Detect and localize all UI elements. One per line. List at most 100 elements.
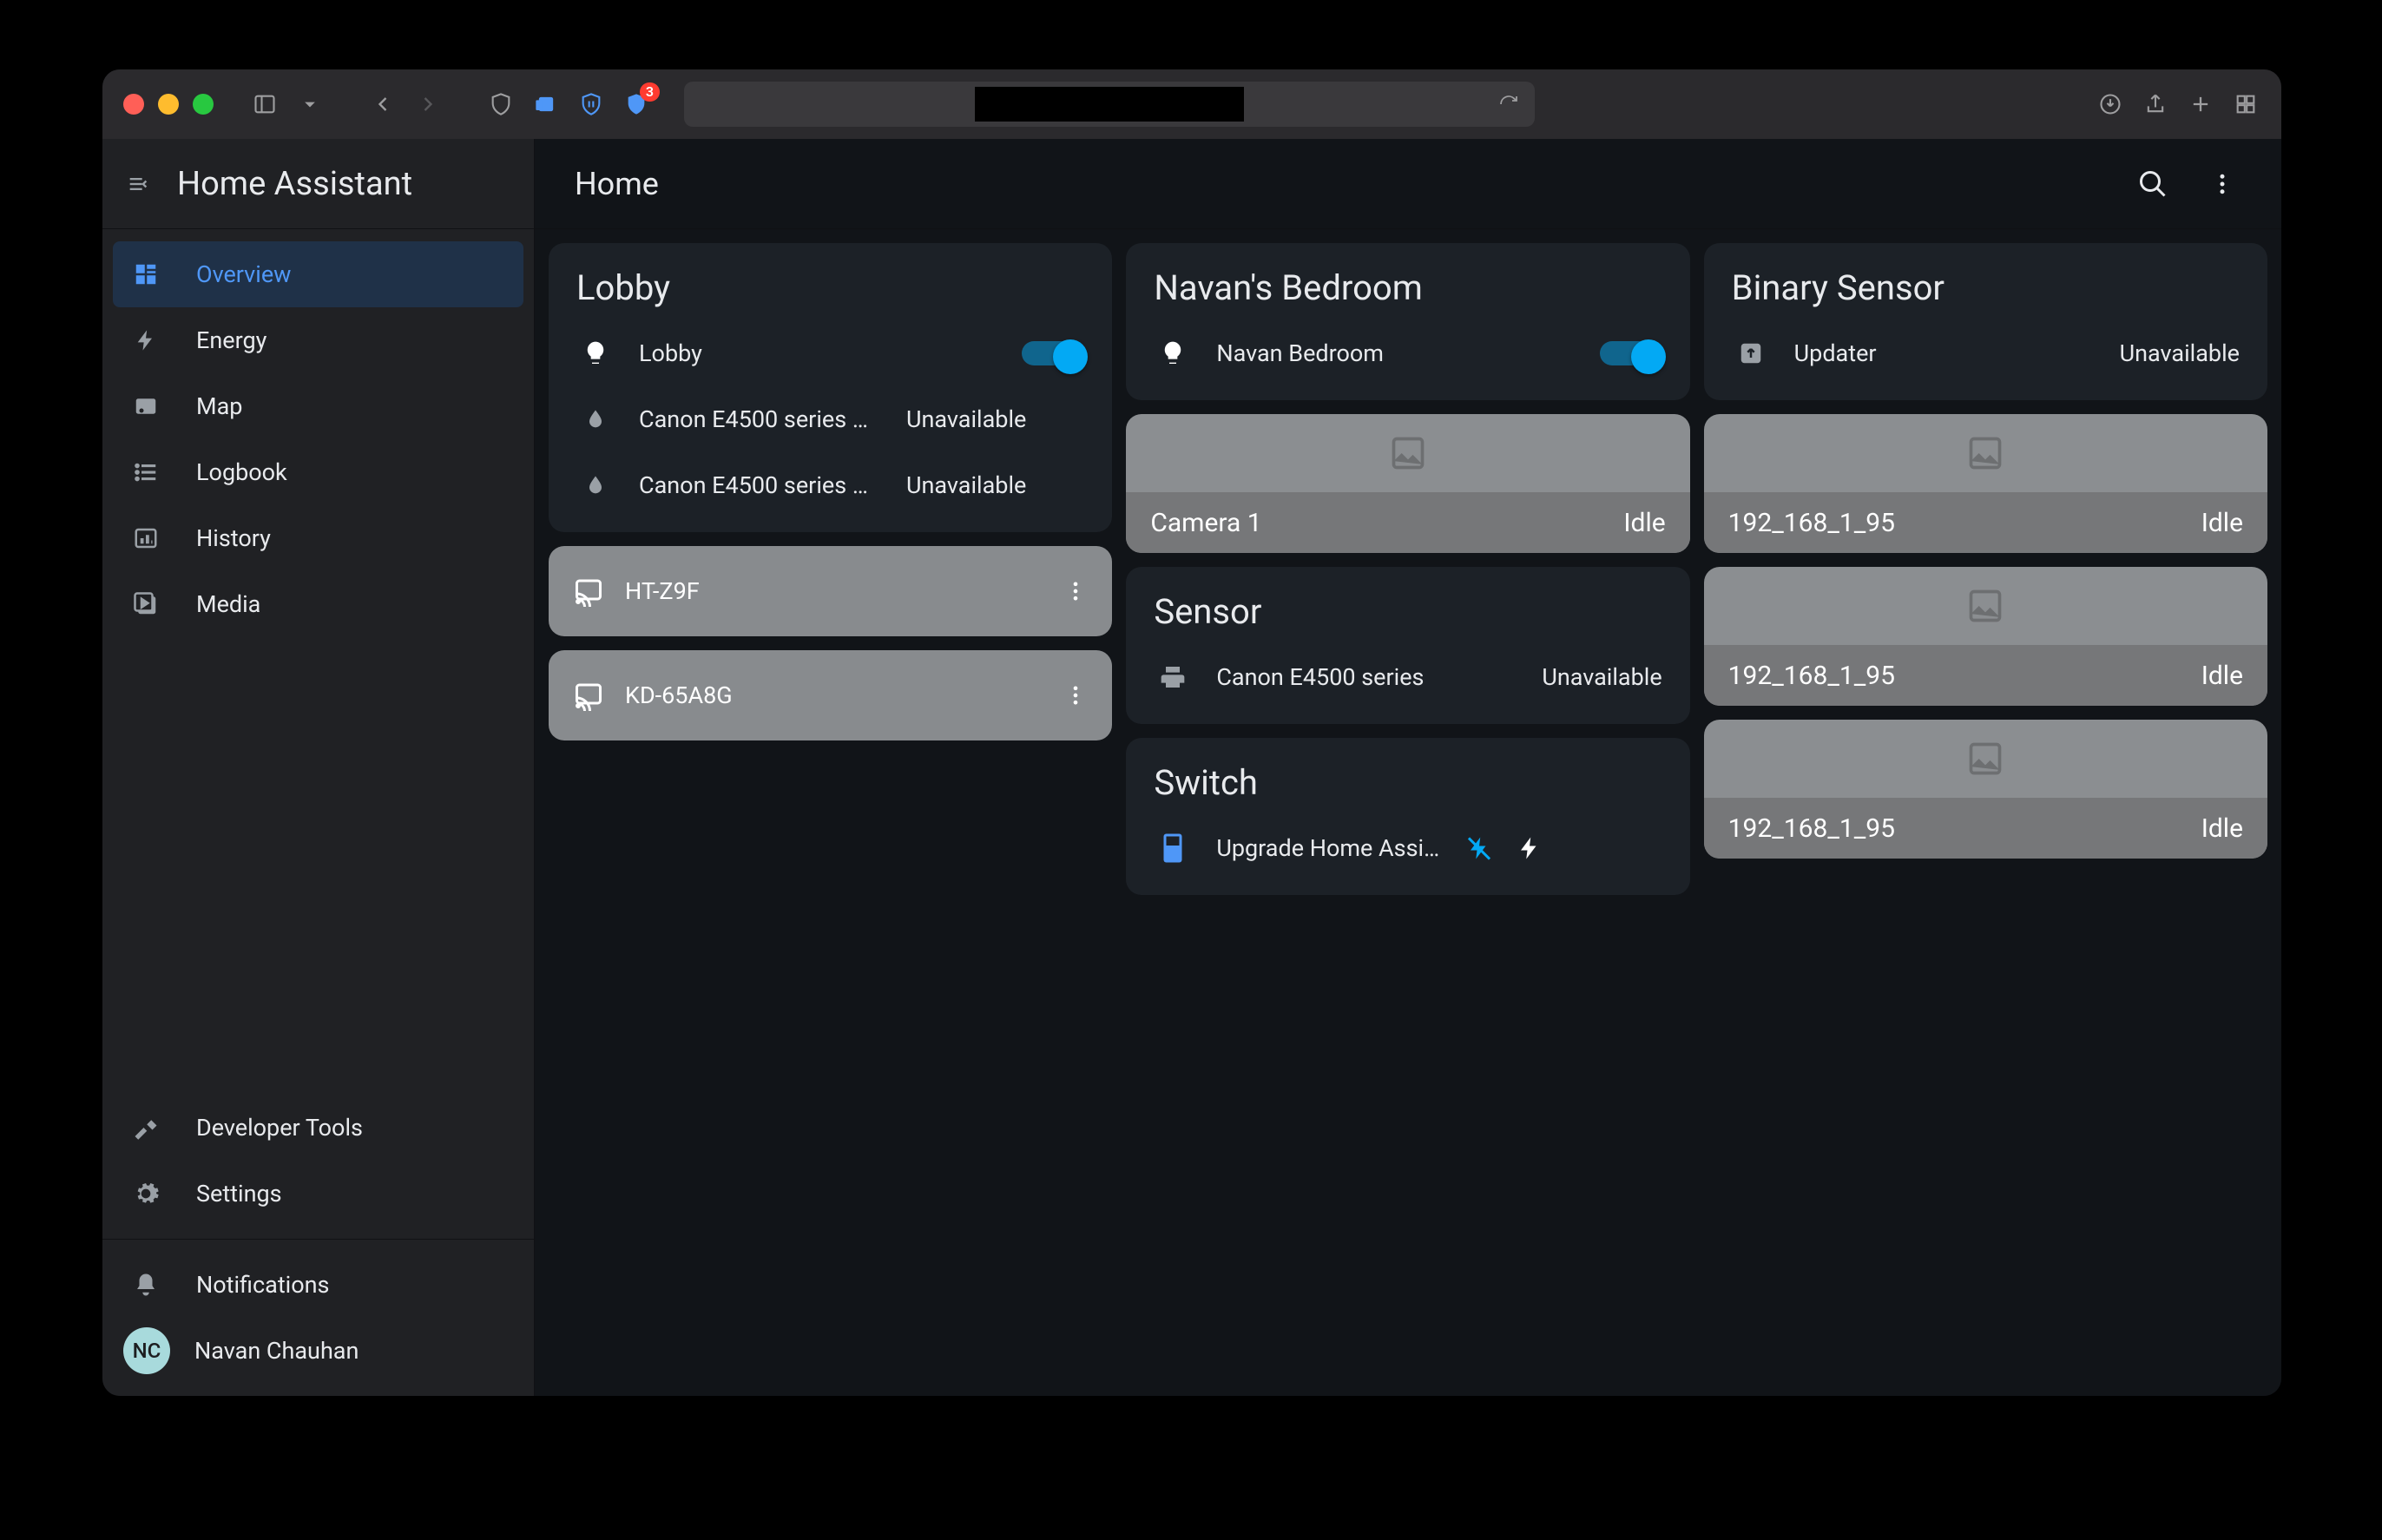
- card-title: Lobby: [576, 267, 1084, 308]
- entity-label: Lobby: [639, 339, 997, 367]
- sidebar-tools: Developer Tools Settings: [102, 1095, 534, 1239]
- toggle-switch[interactable]: [1022, 341, 1084, 365]
- entity-label: Canon E4500 series Bl…: [639, 405, 882, 433]
- sidebar-item-notifications[interactable]: Notifications: [113, 1252, 523, 1318]
- entity-row[interactable]: Navan Bedroom: [1154, 320, 1661, 386]
- camera-bar: 192_168_1_95 Idle: [1704, 492, 2267, 553]
- entity-label: Canon E4500 series: [1216, 663, 1517, 691]
- camera-card[interactable]: 192_168_1_95 Idle: [1704, 720, 2267, 859]
- dashboard-icon: [130, 261, 161, 287]
- camera-card[interactable]: Camera 1 Idle: [1126, 414, 1689, 553]
- sidebar-header: Home Assistant: [102, 139, 534, 229]
- sidebar-toggle-icon[interactable]: [250, 89, 280, 119]
- media-card[interactable]: HT-Z9F: [549, 546, 1112, 636]
- back-button[interactable]: [368, 89, 398, 119]
- search-icon[interactable]: [2134, 165, 2172, 203]
- sidebar-item-energy[interactable]: Energy: [113, 307, 523, 373]
- card-title: Navan's Bedroom: [1154, 267, 1661, 308]
- toggle-switch[interactable]: [1600, 341, 1662, 365]
- camera-bar: 192_168_1_95 Idle: [1704, 798, 2267, 859]
- sidebar-item-overview[interactable]: Overview: [113, 241, 523, 307]
- drop-icon: [576, 473, 615, 497]
- column-middle: Navan's Bedroom Navan Bedroom Camera 1 I…: [1126, 243, 1689, 895]
- entity-row[interactable]: Canon E4500 series Co… Unavailable: [576, 452, 1084, 518]
- sidebar-item-label: Logbook: [196, 458, 287, 486]
- sidebar-item-label: Overview: [196, 260, 291, 288]
- entity-row[interactable]: Canon E4500 series Unavailable: [1154, 644, 1661, 710]
- broken-image-icon: [1704, 414, 2267, 492]
- url-bar[interactable]: [684, 82, 1535, 127]
- card-switch: Switch Upgrade Home Assis…: [1126, 738, 1689, 895]
- media-icon: [130, 591, 161, 617]
- entity-label: Upgrade Home Assis…: [1216, 834, 1442, 862]
- entity-row[interactable]: Lobby: [576, 320, 1084, 386]
- camera-card[interactable]: 192_168_1_95 Idle: [1704, 414, 2267, 553]
- page-title: Home: [575, 166, 659, 202]
- sidebar-bottom: Notifications NC Navan Chauhan: [102, 1239, 534, 1396]
- more-icon[interactable]: [2203, 165, 2241, 203]
- minimize-window-button[interactable]: [158, 94, 179, 115]
- camera-card[interactable]: 192_168_1_95 Idle: [1704, 567, 2267, 706]
- camera-name: 192_168_1_95: [1728, 661, 2201, 691]
- camera-status: Idle: [2201, 813, 2243, 844]
- camera-status: Idle: [2201, 661, 2243, 691]
- dashboard: Lobby Lobby Canon E4500 series Bl… Unava…: [535, 229, 2281, 909]
- close-window-button[interactable]: [123, 94, 144, 115]
- browser-window: 3: [102, 69, 2281, 1396]
- card-lobby: Lobby Lobby Canon E4500 series Bl… Unava…: [549, 243, 1112, 532]
- traffic-lights: [123, 94, 214, 115]
- drop-icon: [576, 407, 615, 431]
- flash-off-icon[interactable]: [1466, 835, 1492, 861]
- extension-icon-1[interactable]: [531, 89, 561, 119]
- share-icon[interactable]: [2141, 89, 2170, 119]
- sidebar-item-label: Developer Tools: [196, 1114, 363, 1142]
- sidebar-item-developer-tools[interactable]: Developer Tools: [113, 1095, 523, 1161]
- avatar: NC: [123, 1327, 170, 1374]
- sidebar-item-settings[interactable]: Settings: [113, 1161, 523, 1227]
- bell-icon: [130, 1272, 161, 1298]
- camera-name: 192_168_1_95: [1728, 508, 2201, 538]
- sidebar-item-logbook[interactable]: Logbook: [113, 439, 523, 505]
- camera-bar: Camera 1 Idle: [1126, 492, 1689, 553]
- extension-icon-2[interactable]: [576, 89, 606, 119]
- browser-toolbar: 3: [102, 69, 2281, 139]
- entity-value: Unavailable: [1542, 663, 1661, 691]
- flash-icon[interactable]: [1517, 835, 1543, 861]
- cast-icon: [573, 680, 604, 711]
- bulb-icon: [576, 339, 615, 367]
- extension-icon-3[interactable]: 3: [622, 89, 651, 119]
- new-tab-icon[interactable]: [2186, 89, 2215, 119]
- media-label: HT-Z9F: [625, 577, 1043, 605]
- sidebar-item-map[interactable]: Map: [113, 373, 523, 439]
- sidebar-item-media[interactable]: Media: [113, 571, 523, 637]
- tab-group-chevron-icon[interactable]: [295, 89, 325, 119]
- entity-row[interactable]: Upgrade Home Assis…: [1154, 815, 1661, 881]
- map-icon: [130, 393, 161, 419]
- card-binary-sensor: Binary Sensor Updater Unavailable: [1704, 243, 2267, 400]
- card-title: Switch: [1154, 762, 1661, 803]
- entity-value: Unavailable: [906, 471, 1026, 499]
- collapse-sidebar-icon[interactable]: [123, 169, 153, 199]
- entity-row[interactable]: Canon E4500 series Bl… Unavailable: [576, 386, 1084, 452]
- more-icon[interactable]: [1063, 683, 1088, 707]
- cast-icon: [573, 576, 604, 607]
- downloads-icon[interactable]: [2096, 89, 2125, 119]
- sidebar-item-label: Map: [196, 392, 242, 420]
- card-title: Sensor: [1154, 591, 1661, 632]
- card-title: Binary Sensor: [1732, 267, 2240, 308]
- privacy-shield-icon[interactable]: [486, 89, 516, 119]
- list-icon: [130, 459, 161, 485]
- reload-icon[interactable]: [1498, 94, 1519, 115]
- tabs-overview-icon[interactable]: [2231, 89, 2260, 119]
- media-card[interactable]: KD-65A8G: [549, 650, 1112, 740]
- more-icon[interactable]: [1063, 579, 1088, 603]
- broken-image-icon: [1704, 720, 2267, 798]
- sidebar-user[interactable]: NC Navan Chauhan: [113, 1318, 523, 1384]
- switch-actions: [1466, 835, 1543, 861]
- forward-button[interactable]: [413, 89, 443, 119]
- maximize-window-button[interactable]: [193, 94, 214, 115]
- sidebar-item-history[interactable]: History: [113, 505, 523, 571]
- entity-value: Unavailable: [2120, 339, 2240, 367]
- entity-row[interactable]: Updater Unavailable: [1732, 320, 2240, 386]
- camera-status: Idle: [2201, 508, 2243, 538]
